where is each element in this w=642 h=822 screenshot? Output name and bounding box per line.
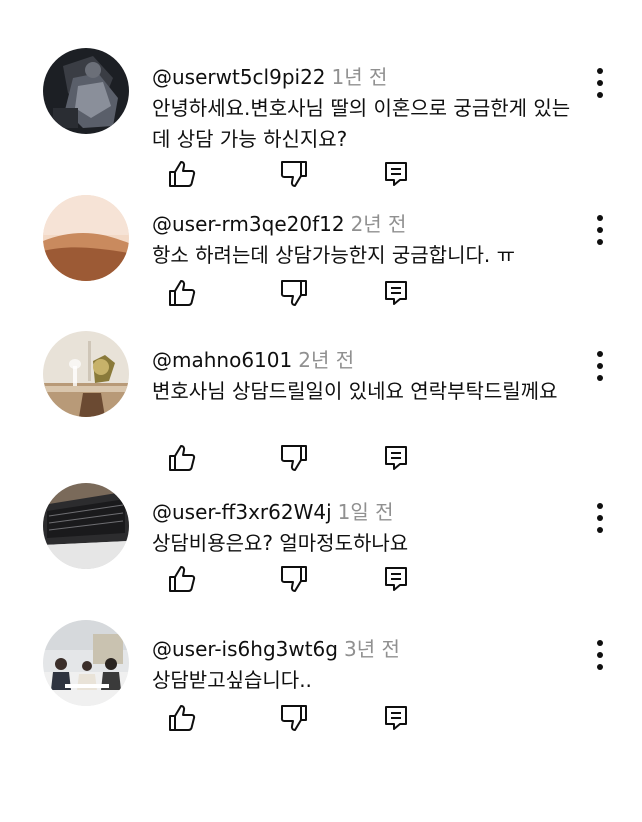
comment-time[interactable]: 3년 전 [344, 637, 400, 661]
more-options-button[interactable] [588, 501, 612, 535]
comment-text: 변호사님 상담드릴일이 있네요 연락부탁드릴께요 [152, 379, 558, 403]
more-vertical-icon [597, 640, 603, 670]
comment-reply-icon [385, 162, 407, 186]
dislike-button[interactable] [278, 442, 310, 474]
comment-header: @user-ff3xr62W4j 1일 전 [152, 498, 394, 526]
comment-header: @userwt5cl9pi22 1년 전 [152, 63, 387, 91]
dislike-button[interactable] [278, 702, 310, 734]
thumb-down-icon [280, 566, 307, 592]
comment-author[interactable]: @mahno6101 [152, 348, 292, 372]
thumb-down-icon [280, 445, 307, 471]
comment-author[interactable]: @user-ff3xr62W4j [152, 500, 332, 524]
reply-button[interactable] [380, 158, 412, 190]
thumb-up-icon [169, 566, 196, 592]
thumb-up-icon [169, 705, 196, 731]
reply-button[interactable] [380, 702, 412, 734]
avatar[interactable] [43, 331, 129, 417]
dislike-button[interactable] [278, 277, 310, 309]
like-button[interactable] [166, 702, 198, 734]
comment-text: 상담받고싶습니다.. [152, 668, 312, 692]
comment-time[interactable]: 2년 전 [351, 212, 407, 236]
more-options-button[interactable] [588, 638, 612, 672]
comment-reply-icon [385, 281, 407, 305]
like-button[interactable] [166, 563, 198, 595]
comment-author[interactable]: @user-is6hg3wt6g [152, 637, 338, 661]
more-vertical-icon [597, 68, 603, 98]
comment-reply-icon [385, 706, 407, 730]
more-vertical-icon [597, 351, 603, 381]
comment-header: @user-rm3qe20f12 2년 전 [152, 210, 406, 238]
reply-button[interactable] [380, 442, 412, 474]
comment-text: 상담비용은요? 얼마정도하나요 [152, 531, 409, 555]
reply-button[interactable] [380, 277, 412, 309]
comment-author[interactable]: @userwt5cl9pi22 [152, 65, 326, 89]
more-options-button[interactable] [588, 213, 612, 247]
thumb-up-icon [169, 445, 196, 471]
thumb-down-icon [280, 705, 307, 731]
comment-text: 항소 하려는데 상담가능한지 궁금합니다. ㅠ [152, 243, 515, 267]
avatar[interactable] [43, 48, 129, 134]
dislike-button[interactable] [278, 158, 310, 190]
avatar[interactable] [43, 483, 129, 569]
more-options-button[interactable] [588, 66, 612, 100]
more-options-button[interactable] [588, 349, 612, 383]
comment-time[interactable]: 1년 전 [332, 65, 388, 89]
comment-reply-icon [385, 567, 407, 591]
comment-text: 안녕하세요.변호사님 딸의 이혼으로 궁금한게 있는데 상담 가능 하신지요? [152, 96, 571, 151]
dislike-button[interactable] [278, 563, 310, 595]
reply-button[interactable] [380, 563, 412, 595]
like-button[interactable] [166, 158, 198, 190]
avatar[interactable] [43, 195, 129, 281]
like-button[interactable] [166, 277, 198, 309]
thumb-up-icon [169, 280, 196, 306]
thumb-down-icon [280, 161, 307, 187]
comment-header: @mahno6101 2년 전 [152, 346, 354, 374]
comment-time[interactable]: 1일 전 [338, 500, 394, 524]
comment-author[interactable]: @user-rm3qe20f12 [152, 212, 345, 236]
comment-time[interactable]: 2년 전 [298, 348, 354, 372]
thumb-down-icon [280, 280, 307, 306]
thumb-up-icon [169, 161, 196, 187]
like-button[interactable] [166, 442, 198, 474]
avatar[interactable] [43, 620, 129, 706]
more-vertical-icon [597, 215, 603, 245]
comment-reply-icon [385, 446, 407, 470]
more-vertical-icon [597, 503, 603, 533]
comment-header: @user-is6hg3wt6g 3년 전 [152, 635, 400, 663]
